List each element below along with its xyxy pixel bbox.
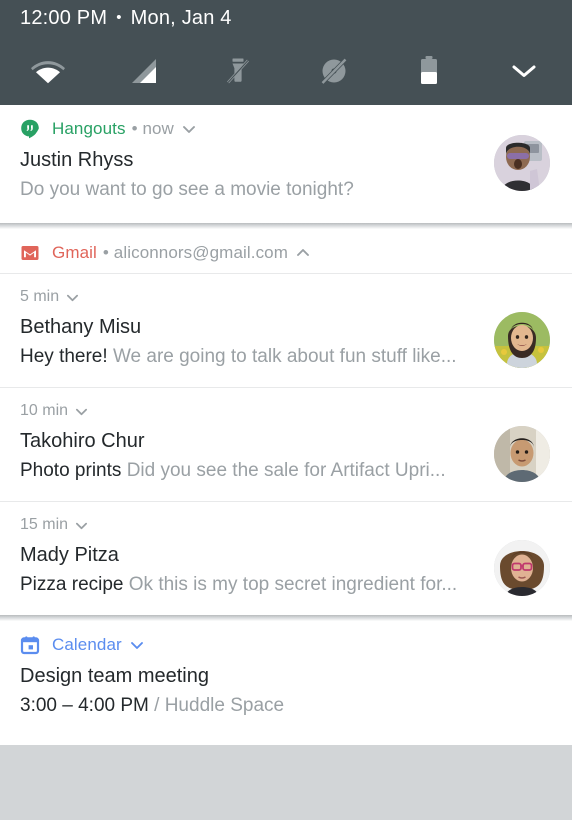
gmail-message-time: 5 min [20, 287, 462, 307]
status-bar: 12:00 PM • Mon, Jan 4 [0, 0, 572, 105]
rotation-lock-off-icon [320, 58, 347, 85]
gmail-preview: Ok this is my top secret ingredient for.… [128, 574, 458, 595]
avatar [494, 312, 550, 368]
notification-calendar[interactable]: Calendar Design team meeting 3:00 – 4:00… [0, 621, 572, 745]
expand-quick-settings-button[interactable] [477, 48, 572, 94]
clock-date: Mon, Jan 4 [130, 7, 232, 29]
hangouts-notification-body[interactable]: Justin Rhyss Do you want to go see a mov… [0, 135, 572, 205]
gmail-subject: Hey there! [20, 346, 108, 367]
gmail-snippet: Pizza recipe Ok this is my top secret in… [20, 570, 462, 600]
battery-status-tile[interactable] [381, 48, 476, 94]
chevron-down-icon[interactable] [75, 519, 88, 532]
wifi-status-tile[interactable] [0, 48, 95, 94]
takohiro-chur-avatar [494, 426, 550, 482]
cell-signal-icon [131, 59, 156, 83]
time-label: 15 min [20, 516, 69, 533]
calendar-notification-body[interactable]: Design team meeting 3:00 – 4:00 PM / Hud… [0, 661, 572, 721]
bethany-misu-avatar [494, 312, 550, 368]
notification-shade-screen: 12:00 PM • Mon, Jan 4 Hangouts • now Jus… [0, 0, 572, 820]
gmail-subject: Pizza recipe [20, 574, 124, 595]
battery-icon [420, 56, 437, 84]
mady-pitza-avatar [494, 540, 550, 596]
hangouts-app-name: Hangouts [52, 119, 126, 138]
hangouts-sender: Justin Rhyss [20, 149, 134, 171]
list-item[interactable]: 10 min Takohiro Chur Photo prints Did yo… [0, 388, 572, 501]
calendar-event-location: / Huddle Space [148, 695, 285, 716]
chevron-down-icon[interactable] [182, 122, 196, 136]
gmail-message-time: 10 min [20, 401, 462, 421]
status-clock-date: 12:00 PM • Mon, Jan 4 [20, 7, 232, 30]
gmail-preview: We are going to talk about fun stuff lik… [112, 346, 457, 367]
cell-signal-status-tile[interactable] [95, 48, 190, 94]
list-item[interactable]: 15 min Mady Pitza Pizza recipe Ok this i… [0, 502, 572, 615]
flashlight-off-icon [227, 58, 250, 84]
chevron-down-icon[interactable] [130, 638, 144, 652]
notification-hangouts[interactable]: Hangouts • now Justin Rhyss Do you want … [0, 105, 572, 223]
flashlight-status-tile[interactable] [191, 48, 286, 94]
time-label: 5 min [20, 288, 60, 305]
gmail-sender: Bethany Misu [20, 316, 142, 338]
hangouts-app-row[interactable]: Hangouts • now [0, 105, 572, 145]
notification-gmail-group[interactable]: Gmail • aliconnors@gmail.com 5 min Betha… [0, 229, 572, 615]
gmail-subject: Photo prints [20, 460, 122, 481]
calendar-icon [20, 636, 40, 655]
calendar-app-row[interactable]: Calendar [0, 621, 572, 661]
clock-separator: • [116, 9, 122, 26]
chevron-down-icon [512, 65, 536, 77]
gmail-app-row[interactable]: Gmail • aliconnors@gmail.com [0, 229, 572, 273]
hangouts-icon [21, 119, 39, 139]
gmail-sender: Mady Pitza [20, 544, 119, 566]
gmail-snippet: Photo prints Did you see the sale for Ar… [20, 456, 462, 486]
gmail-message-time: 15 min [20, 515, 462, 535]
gmail-snippet: Hey there! We are going to talk about fu… [20, 342, 462, 372]
rotation-lock-status-tile[interactable] [286, 48, 381, 94]
notification-list: Hangouts • now Justin Rhyss Do you want … [0, 105, 572, 820]
calendar-app-name: Calendar [52, 635, 122, 654]
gmail-app-name: Gmail [52, 243, 97, 262]
avatar [494, 426, 550, 482]
gmail-icon [21, 246, 39, 260]
calendar-event-title: Design team meeting [20, 665, 209, 687]
gmail-preview: Did you see the sale for Artifact Upri..… [126, 460, 446, 481]
hangouts-message: Do you want to go see a movie tonight? [20, 179, 354, 200]
calendar-event-details: 3:00 – 4:00 PM / Huddle Space [20, 691, 462, 721]
list-item[interactable]: 5 min Bethany Misu Hey there! We are goi… [0, 274, 572, 387]
hangouts-app-meta: • now [131, 119, 174, 138]
chevron-up-icon[interactable] [296, 246, 310, 260]
wifi-icon [30, 61, 65, 84]
gmail-account: • aliconnors@gmail.com [102, 243, 288, 262]
justin-rhyss-avatar [494, 135, 550, 191]
avatar [494, 135, 550, 191]
avatar [494, 540, 550, 596]
time-label: 10 min [20, 402, 69, 419]
calendar-event-time: 3:00 – 4:00 PM [20, 695, 149, 716]
gmail-sender: Takohiro Chur [20, 430, 145, 452]
quick-settings-row [0, 48, 572, 94]
clock-time: 12:00 PM [20, 7, 108, 29]
chevron-down-icon[interactable] [66, 291, 79, 304]
chevron-down-icon[interactable] [75, 405, 88, 418]
